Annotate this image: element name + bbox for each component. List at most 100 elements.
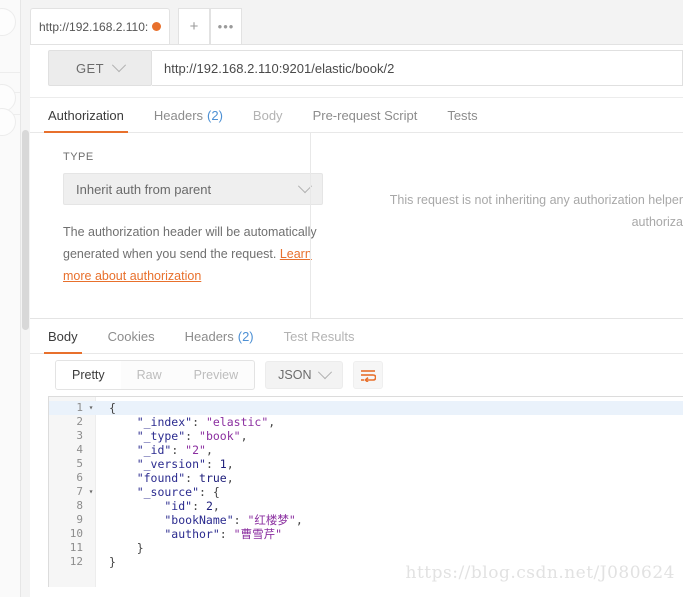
code-token: :: [192, 499, 206, 513]
word-wrap-button[interactable]: [353, 361, 384, 389]
response-tab-body[interactable]: Body: [44, 319, 92, 354]
code-line-text: "_type": "book",: [97, 429, 248, 443]
request-tab-active[interactable]: http://192.168.2.110:9: [30, 8, 170, 44]
code-token: "2": [185, 443, 206, 457]
code-line-text: "_index": "elastic",: [97, 415, 276, 429]
chevron-down-icon: [111, 58, 127, 73]
unsaved-changes-dot-icon[interactable]: [152, 22, 161, 31]
response-tab-test-results[interactable]: Test Results: [284, 319, 369, 353]
response-format-selector[interactable]: JSON: [265, 361, 344, 389]
response-section-tabs: Body Cookies Headers (2) Test Results: [30, 319, 683, 354]
code-token: ,: [268, 415, 276, 429]
tab-label: Body: [48, 328, 78, 344]
code-token: :: [185, 429, 200, 443]
chevron-down-icon: [318, 365, 333, 380]
response-format-value: JSON: [278, 368, 312, 382]
code-line-text: "_id": "2",: [97, 443, 213, 457]
view-mode-pretty[interactable]: Pretty: [56, 361, 121, 389]
code-line: 1 ▾ {: [49, 401, 683, 415]
tab-options-button[interactable]: •••: [210, 8, 242, 44]
http-method-selector[interactable]: GET: [48, 50, 152, 86]
code-token: ,: [240, 429, 248, 443]
request-url-input[interactable]: http://192.168.2.110:9201/elastic/book/2: [152, 50, 683, 86]
code-line: 2 "_index": "elastic",: [49, 415, 683, 429]
line-number: 6: [76, 471, 83, 484]
http-method-label: GET: [76, 60, 104, 76]
authorization-right-column: This request is not inheriting any autho…: [311, 133, 683, 318]
line-number: 5: [76, 457, 83, 470]
code-fold-arrow-icon[interactable]: ▾: [85, 401, 97, 415]
code-line-text: }: [97, 555, 116, 569]
code-line-text: "author": "曹雪芹": [97, 527, 282, 541]
code-line-text: "bookName": "红楼梦",: [97, 513, 302, 527]
line-number: 8: [76, 499, 83, 512]
code-token: "bookName": [109, 513, 234, 527]
tab-label: Authorization: [48, 107, 124, 123]
response-tab-headers[interactable]: Headers (2): [185, 319, 268, 353]
auth-inherit-message-line2: authoriza: [631, 215, 683, 229]
auth-type-select[interactable]: Inherit auth from parent: [63, 173, 323, 205]
code-token: 2: [205, 499, 213, 513]
response-toolbar: Pretty Raw Preview JSON: [30, 354, 683, 396]
tab-label: Headers: [153, 107, 204, 123]
line-number: 10: [69, 527, 83, 540]
word-wrap-icon: [361, 369, 377, 382]
code-token: :: [171, 443, 186, 457]
request-tab-headers[interactable]: Headers (2): [154, 98, 237, 132]
code-fold-arrow-icon[interactable]: ▾: [85, 485, 97, 499]
view-mode-raw[interactable]: Raw: [121, 361, 178, 389]
code-line: 8 "id": 2,: [49, 499, 683, 513]
code-token: "_index": [109, 415, 193, 429]
auth-inherit-message-line1: This request is not inheriting any autho…: [389, 193, 683, 207]
code-line: 9 "bookName": "红楼梦",: [49, 513, 683, 527]
code-token: "book": [199, 429, 241, 443]
code-line: 7 ▾ "_source": {: [49, 485, 683, 499]
code-line-text: "_version": 1,: [97, 457, 234, 471]
code-token: "_id": [109, 443, 172, 457]
watermark-text: https://blog.csdn.net/J080624: [405, 563, 675, 583]
code-line: 11 }: [49, 541, 683, 555]
request-tab-label: http://192.168.2.110:9: [39, 19, 148, 34]
request-url-row: GET http://192.168.2.110:9201/elastic/bo…: [30, 45, 683, 98]
view-mode-preview[interactable]: Preview: [178, 361, 254, 389]
code-token: :: [192, 415, 206, 429]
response-tab-cookies[interactable]: Cookies: [108, 319, 169, 353]
vertical-scrollbar-thumb[interactable]: [22, 130, 29, 330]
tab-label: Headers: [184, 328, 234, 344]
auth-type-value: Inherit auth from parent: [76, 181, 212, 197]
sidebar-ghost-icon-top: [0, 8, 16, 36]
request-tab-pre-request-script[interactable]: Pre-request Script: [313, 98, 432, 132]
code-token: ,: [205, 443, 213, 457]
code-line-text: {: [97, 401, 116, 415]
sidebar-ghost-icon-bottom: [0, 108, 16, 136]
code-token: "_type": [109, 429, 186, 443]
code-token: "id": [109, 499, 193, 513]
code-token: "曹雪芹": [233, 527, 282, 541]
code-token: 1: [219, 457, 227, 471]
request-tab-body[interactable]: Body: [253, 98, 297, 132]
code-token: "_source": [109, 485, 200, 499]
code-token: ,: [226, 471, 234, 485]
line-number: 9: [76, 513, 83, 526]
left-sidebar-strip: [0, 0, 21, 597]
code-line: 3 "_type": "book",: [49, 429, 683, 443]
code-line: 10 "author": "曹雪芹": [49, 527, 683, 541]
new-tab-button[interactable]: +: [178, 8, 210, 44]
code-line-text: }: [97, 541, 144, 555]
line-number: 4: [76, 443, 83, 456]
tab-label: Tests: [447, 107, 478, 123]
response-body-viewer[interactable]: 1 ▾{2 "_index": "elastic", 3 "_type": "boo…: [48, 396, 683, 587]
request-section-tabs: Authorization Headers (2) Body Pre-request S…: [30, 98, 683, 133]
auth-type-label: TYPE: [63, 151, 94, 163]
auth-help-sentence: The authorization header will be automat…: [63, 225, 317, 261]
request-tab-tests[interactable]: Tests: [447, 98, 491, 132]
line-number: 7: [76, 485, 83, 498]
code-token: :: [205, 457, 220, 471]
line-number: 11: [69, 541, 83, 554]
tab-label: Cookies: [107, 328, 155, 344]
request-tab-authorization[interactable]: Authorization: [44, 98, 138, 133]
authorization-left-column: TYPE Inherit auth from parent The author…: [30, 133, 323, 287]
code-token: true: [199, 471, 227, 485]
tab-label: Pre-request Script: [312, 107, 418, 123]
code-line-text: "found": true,: [97, 471, 234, 485]
